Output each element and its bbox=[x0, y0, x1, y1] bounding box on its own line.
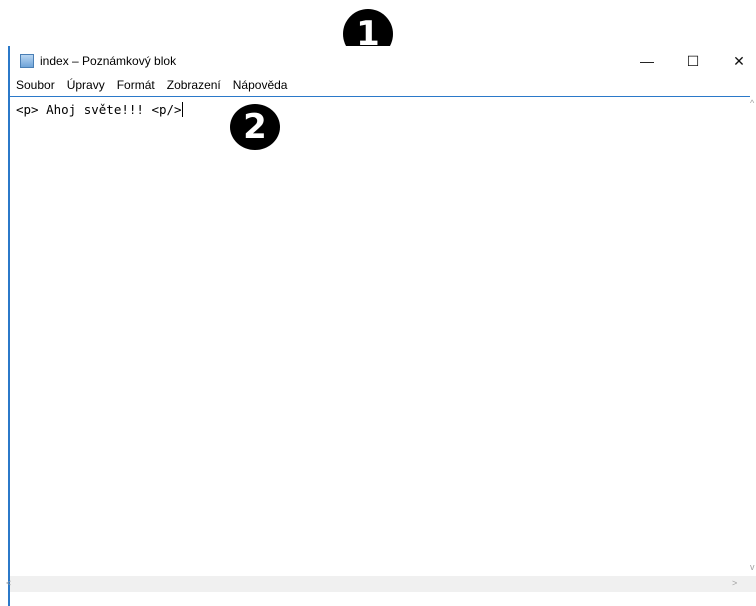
notepad-window: index – Poznámkový blok — ☐ ✕ Soubor Úpr… bbox=[6, 46, 756, 606]
maximize-button[interactable]: ☐ bbox=[670, 46, 716, 76]
title-bar[interactable]: index – Poznámkový blok — ☐ ✕ bbox=[10, 46, 756, 76]
maximize-icon: ☐ bbox=[686, 52, 700, 69]
text-caret bbox=[181, 102, 183, 117]
menu-format[interactable]: Formát bbox=[111, 76, 161, 94]
menu-upravy[interactable]: Úpravy bbox=[61, 76, 111, 94]
horizontal-scrollbar[interactable]: < > bbox=[6, 576, 756, 592]
menu-bar: Soubor Úpravy Formát Zobrazení Nápověda bbox=[10, 76, 756, 94]
editor-content[interactable]: <p> Ahoj světe!!! <p/> bbox=[16, 102, 183, 117]
menu-soubor[interactable]: Soubor bbox=[10, 76, 61, 94]
scroll-up-icon[interactable]: ^ bbox=[750, 98, 754, 108]
minimize-icon: — bbox=[640, 53, 654, 69]
vertical-scrollbar[interactable]: ^ v bbox=[750, 96, 756, 576]
scroll-left-icon[interactable]: < bbox=[6, 578, 11, 588]
text-editor[interactable]: <p> Ahoj světe!!! <p/> bbox=[10, 96, 750, 587]
scroll-right-icon[interactable]: > bbox=[732, 578, 737, 588]
window-controls: — ☐ ✕ bbox=[624, 46, 756, 76]
annotation-marker-2: 2 bbox=[230, 104, 280, 150]
close-icon: ✕ bbox=[733, 52, 745, 69]
editor-text: <p> Ahoj světe!!! <p/> bbox=[16, 102, 182, 117]
minimize-button[interactable]: — bbox=[624, 46, 670, 76]
menu-napoveda[interactable]: Nápověda bbox=[227, 76, 294, 94]
close-button[interactable]: ✕ bbox=[716, 46, 756, 76]
notepad-icon bbox=[20, 54, 34, 68]
scroll-down-icon[interactable]: v bbox=[750, 562, 755, 572]
menu-zobrazeni[interactable]: Zobrazení bbox=[161, 76, 227, 94]
window-title: index – Poznámkový blok bbox=[40, 54, 177, 68]
